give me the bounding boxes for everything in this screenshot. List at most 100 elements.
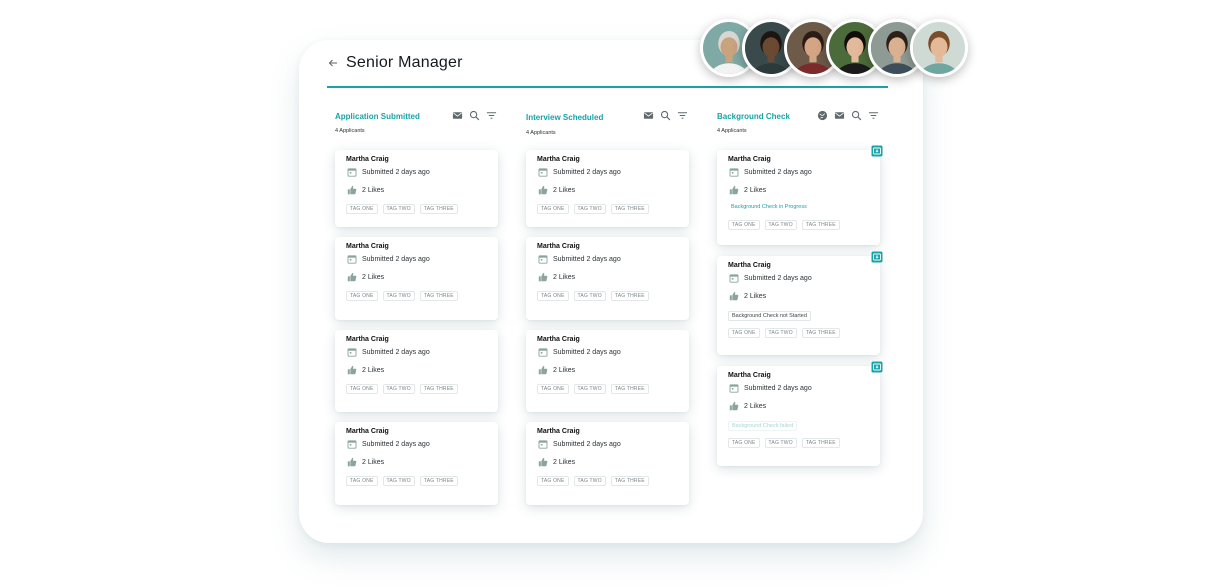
thumbs-up-icon[interactable]	[538, 365, 548, 375]
tag[interactable]: TAG ONE	[346, 291, 378, 301]
tag[interactable]: TAG THREE	[419, 384, 458, 394]
tag[interactable]: TAG THREE	[419, 204, 458, 214]
submitted-row: Submitted 2 days ago	[347, 254, 430, 264]
thumbs-up-icon[interactable]	[729, 291, 739, 301]
tag[interactable]: TAG THREE	[610, 384, 649, 394]
tag[interactable]: TAG TWO	[382, 291, 415, 301]
candidate-name: Martha Craig	[728, 262, 771, 269]
tag[interactable]: TAG THREE	[610, 291, 649, 301]
tag[interactable]: TAG TWO	[764, 328, 797, 338]
candidate-card[interactable]: Martha Craig Submitted 2 days ago 2 Likes T…	[335, 150, 498, 227]
search-icon[interactable]	[469, 110, 480, 121]
tag[interactable]: TAG ONE	[537, 476, 569, 486]
tag[interactable]: TAG THREE	[801, 220, 840, 230]
filter-icon[interactable]	[677, 110, 688, 121]
filter-icon[interactable]	[486, 110, 497, 121]
calendar-icon	[347, 254, 357, 264]
tag[interactable]: TAG TWO	[573, 476, 606, 486]
candidate-card[interactable]: Martha Craig Submitted 2 days ago 2 Likes T…	[335, 422, 498, 505]
thumbs-up-icon[interactable]	[538, 272, 548, 282]
tag[interactable]: TAG TWO	[382, 476, 415, 486]
avatar[interactable]	[910, 19, 968, 77]
background-check-status: Background Check failed	[728, 421, 798, 431]
column-application-submitted: Application Submitted 4 Applicants Marth…	[327, 110, 502, 505]
tag[interactable]: TAG THREE	[610, 476, 649, 486]
submitted-text: Submitted 2 days ago	[553, 348, 621, 356]
tag[interactable]: TAG TWO	[573, 204, 606, 214]
likes-row: 2 Likes	[729, 401, 766, 411]
search-icon[interactable]	[660, 110, 671, 121]
calendar-icon	[347, 167, 357, 177]
tag[interactable]: TAG THREE	[419, 291, 458, 301]
likes-text: 2 Likes	[362, 366, 385, 374]
submitted-text: Submitted 2 days ago	[553, 440, 621, 448]
tag[interactable]: TAG TWO	[764, 220, 797, 230]
submitted-text: Submitted 2 days ago	[744, 384, 812, 392]
calendar-icon	[729, 167, 739, 177]
download-report-icon[interactable]	[871, 361, 883, 373]
tag[interactable]: TAG ONE	[537, 384, 569, 394]
tag[interactable]: TAG ONE	[537, 204, 569, 214]
thumbs-up-icon[interactable]	[347, 185, 357, 195]
tag[interactable]: TAG THREE	[419, 476, 458, 486]
tag[interactable]: TAG ONE	[728, 328, 760, 338]
background-check-status: Background Check in Progress	[731, 204, 807, 210]
filter-icon[interactable]	[868, 110, 879, 121]
mail-icon[interactable]	[834, 110, 845, 121]
tag[interactable]: TAG THREE	[801, 438, 840, 448]
tag[interactable]: TAG ONE	[346, 204, 378, 214]
candidate-card[interactable]: Martha Craig Submitted 2 days ago 2 Likes T…	[526, 237, 689, 320]
tag[interactable]: TAG ONE	[346, 476, 378, 486]
column-title: Interview Scheduled	[526, 113, 604, 122]
thumbs-up-icon[interactable]	[729, 401, 739, 411]
thumbs-up-icon[interactable]	[538, 185, 548, 195]
tag[interactable]: TAG ONE	[346, 384, 378, 394]
thumbs-up-icon[interactable]	[729, 185, 739, 195]
tag-list: TAG ONE TAG TWO TAG THREE	[537, 291, 649, 301]
search-icon[interactable]	[851, 110, 862, 121]
tag[interactable]: TAG TWO	[382, 384, 415, 394]
candidate-name: Martha Craig	[537, 243, 580, 250]
mail-icon[interactable]	[643, 110, 654, 121]
thumbs-up-icon[interactable]	[347, 365, 357, 375]
likes-text: 2 Likes	[553, 458, 576, 466]
thumbs-up-icon[interactable]	[347, 457, 357, 467]
candidate-card[interactable]: Martha Craig Submitted 2 days ago 2 Likes T…	[526, 422, 689, 505]
thumbs-up-icon[interactable]	[538, 457, 548, 467]
globe-icon[interactable]	[817, 110, 828, 121]
tag[interactable]: TAG ONE	[728, 220, 760, 230]
tag[interactable]: TAG TWO	[573, 291, 606, 301]
candidate-card[interactable]: Martha Craig Submitted 2 days ago 2 Likes T…	[526, 150, 689, 227]
likes-text: 2 Likes	[362, 186, 385, 194]
download-report-icon[interactable]	[871, 251, 883, 263]
thumbs-up-icon[interactable]	[347, 272, 357, 282]
tag-list: TAG ONE TAG TWO TAG THREE	[537, 204, 649, 214]
candidate-card[interactable]: Martha Craig Submitted 2 days ago 2 Likes B…	[717, 251, 883, 355]
download-report-icon[interactable]	[871, 145, 883, 157]
column-background-check: Background Check 4 Applicants Martha Cra…	[709, 110, 884, 466]
submitted-text: Submitted 2 days ago	[362, 440, 430, 448]
tag[interactable]: TAG THREE	[610, 204, 649, 214]
tag[interactable]: TAG THREE	[801, 328, 840, 338]
tag-list: TAG ONE TAG TWO TAG THREE	[537, 476, 649, 486]
candidate-card[interactable]: Martha Craig Submitted 2 days ago 2 Likes T…	[335, 237, 498, 320]
candidate-card[interactable]: Martha Craig Submitted 2 days ago 2 Likes B…	[717, 361, 883, 466]
candidate-name: Martha Craig	[728, 372, 771, 379]
tag[interactable]: TAG ONE	[537, 291, 569, 301]
page-title: Senior Manager	[346, 54, 463, 71]
tag[interactable]: TAG TWO	[573, 384, 606, 394]
tag[interactable]: TAG ONE	[728, 438, 760, 448]
candidate-card[interactable]: Martha Craig Submitted 2 days ago 2 Likes T…	[526, 330, 689, 412]
column-actions	[452, 110, 497, 121]
tag[interactable]: TAG TWO	[764, 438, 797, 448]
likes-row: 2 Likes	[538, 272, 575, 282]
candidate-card[interactable]: Martha Craig Submitted 2 days ago 2 Likes T…	[335, 330, 498, 412]
candidate-card[interactable]: Martha Craig Submitted 2 days ago 2 Likes B…	[717, 145, 883, 245]
submitted-row: Submitted 2 days ago	[538, 167, 621, 177]
calendar-icon	[729, 273, 739, 283]
mail-icon[interactable]	[452, 110, 463, 121]
back-arrow-icon[interactable]	[328, 56, 340, 70]
candidate-name: Martha Craig	[537, 428, 580, 435]
tag[interactable]: TAG TWO	[382, 204, 415, 214]
likes-text: 2 Likes	[362, 458, 385, 466]
